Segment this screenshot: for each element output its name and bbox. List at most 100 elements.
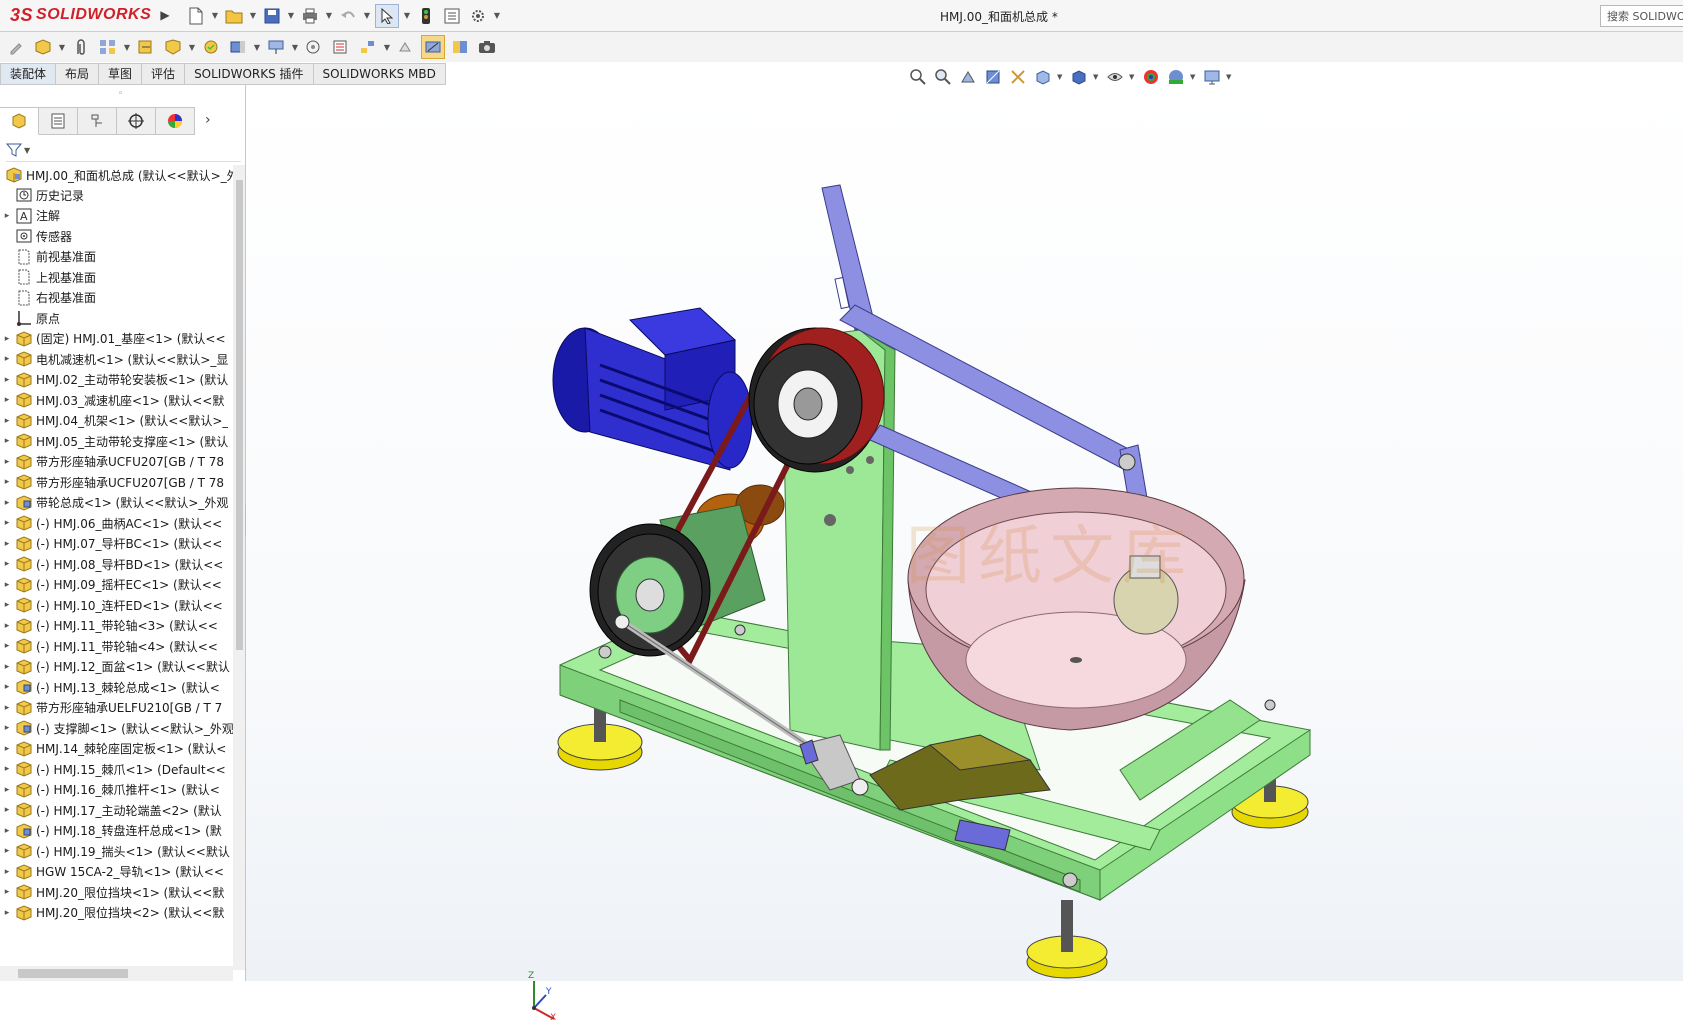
tree-item[interactable]: ▸ (-) HMJ.08_导杆BD<1> (默认<< [0, 554, 223, 574]
move-dropdown-icon[interactable]: ▼ [188, 43, 196, 52]
tree-item[interactable]: ▸ 电机减速机<1> (默认<<默认>_显 [0, 349, 228, 369]
move-component-icon[interactable] [161, 35, 185, 59]
tab-solidworks-mbd[interactable]: SOLIDWORKS MBD [313, 63, 446, 85]
panel-collapse-grip-icon[interactable]: ◦ [118, 89, 123, 99]
tree-expand-icon[interactable]: ▸ [0, 887, 14, 897]
tree-expand-icon[interactable]: ▸ [0, 354, 14, 364]
tree-item[interactable]: ▸ (-) HMJ.11_带轮轴<3> (默认<< [0, 616, 218, 636]
assembly-features-dropdown-icon[interactable]: ▼ [253, 43, 261, 52]
exploded-view-dropdown-icon[interactable]: ▼ [383, 43, 391, 52]
view-settings-dropdown-icon[interactable]: ▼ [1226, 73, 1234, 81]
tab-assembly[interactable]: 装配体 [0, 63, 57, 85]
tree-item[interactable]: 历史记录 [0, 185, 84, 205]
tree-item[interactable]: ▸ 带方形座轴承UELFU210[GB / T 7 [0, 698, 222, 718]
tree-item[interactable]: 前视基准面 [0, 247, 96, 267]
tree-item[interactable]: 上视基准面 [0, 267, 96, 287]
open-folder-icon[interactable] [223, 5, 245, 27]
save-dropdown-icon[interactable]: ▼ [287, 11, 295, 20]
tree-item[interactable]: ▸ HMJ.03_减速机座<1> (默认<<默 [0, 390, 224, 410]
tree-filter[interactable]: ▼ [6, 139, 241, 162]
undo-dropdown-icon[interactable]: ▼ [363, 11, 371, 20]
tree-expand-icon[interactable]: ▸ [0, 764, 14, 774]
undo-icon[interactable] [337, 5, 359, 27]
tree-expand-icon[interactable]: ▸ [0, 334, 14, 344]
tree-expand-icon[interactable]: ▸ [0, 908, 14, 918]
filter-dropdown-icon[interactable]: ▼ [24, 146, 30, 155]
tree-item[interactable]: ▸ 带方形座轴承UCFU207[GB / T 78 [0, 472, 224, 492]
new-document-icon[interactable] [185, 5, 207, 27]
tree-expand-icon[interactable]: ▸ [0, 211, 14, 221]
tree-item[interactable]: 传感器 [0, 226, 72, 246]
save-icon[interactable] [261, 5, 283, 27]
hide-show-dropdown-icon[interactable]: ▼ [1129, 73, 1137, 81]
tab-configuration-manager[interactable] [78, 107, 117, 135]
tree-expand-icon[interactable]: ▸ [0, 375, 14, 385]
apply-scene-dropdown-icon[interactable]: ▼ [1190, 73, 1198, 81]
reference-geometry-dropdown-icon[interactable]: ▼ [291, 43, 299, 52]
reference-geometry-icon[interactable] [264, 35, 288, 59]
tree-expand-icon[interactable]: ▸ [0, 785, 14, 795]
tree-item[interactable]: ▸ (固定) HMJ.01_基座<1> (默认<< [0, 329, 226, 349]
open-dropdown-icon[interactable]: ▼ [249, 11, 257, 20]
tree-item[interactable]: ▸ (-) HMJ.16_棘爪推杆<1> (默认< [0, 780, 220, 800]
tree-item[interactable]: 右视基准面 [0, 288, 96, 308]
file-properties-icon[interactable] [441, 5, 463, 27]
search-box[interactable]: ? 搜索 SOLIDWORKS [1600, 5, 1683, 27]
tree-expand-icon[interactable]: ▸ [0, 723, 14, 733]
tree-item[interactable]: ▸ (-) HMJ.13_棘轮总成<1> (默认< [0, 677, 220, 697]
tree-item[interactable]: ▸ (-) HMJ.07_导杆BC<1> (默认<< [0, 534, 222, 554]
tree-expand-icon[interactable]: ▸ [0, 682, 14, 692]
tree-expand-icon[interactable]: ▸ [0, 436, 14, 446]
tab-evaluate[interactable]: 评估 [142, 63, 186, 85]
new-motion-study-icon[interactable] [302, 35, 326, 59]
insert-component-dropdown-icon[interactable]: ▼ [58, 43, 66, 52]
select-dropdown-icon[interactable]: ▼ [403, 11, 411, 20]
insert-component-icon[interactable] [31, 35, 55, 59]
tree-item[interactable]: ▸ (-) HMJ.18_转盘连杆总成<1> (默 [0, 821, 222, 841]
print-dropdown-icon[interactable]: ▼ [325, 11, 333, 20]
tree-item[interactable]: ▸ (-) HMJ.10_连杆ED<1> (默认<< [0, 595, 223, 615]
tab-solidworks-addins[interactable]: SOLIDWORKS 插件 [185, 63, 314, 85]
options-gear-icon[interactable] [467, 5, 489, 27]
take-snapshot-icon[interactable] [448, 35, 472, 59]
tree-expand-icon[interactable]: ▸ [0, 580, 14, 590]
tree-expand-icon[interactable]: ▸ [0, 518, 14, 528]
tree-item[interactable]: ▸ HMJ.14_棘轮座固定板<1> (默认< [0, 739, 226, 759]
panel-tabs-more-icon[interactable]: › [205, 107, 211, 135]
tree-expand-icon[interactable]: ▸ [0, 805, 14, 815]
tree-item[interactable]: ▸ (-) HMJ.12_面盆<1> (默认<<默认 [0, 657, 230, 677]
mate-paperclip-icon[interactable] [69, 35, 93, 59]
tree-expand-icon[interactable]: ▸ [0, 395, 14, 405]
tree-item[interactable]: ▸ HMJ.05_主动带轮支撑座<1> (默认 [0, 431, 228, 451]
tree-expand-icon[interactable]: ▸ [0, 641, 14, 651]
assembly-features-icon[interactable] [226, 35, 250, 59]
options-dropdown-icon[interactable]: ▼ [493, 11, 501, 20]
tree-expand-icon[interactable]: ▸ [0, 539, 14, 549]
tree-item[interactable]: ▸ (-) HMJ.17_主动轮端盖<2> (默认 [0, 800, 222, 820]
tree-expand-icon[interactable]: ▸ [0, 744, 14, 754]
tree-expand-icon[interactable]: ▸ [0, 703, 14, 713]
tree-expand-icon[interactable]: ▸ [0, 600, 14, 610]
smart-fasteners-icon[interactable] [134, 35, 158, 59]
tree-expand-icon[interactable]: ▸ [0, 477, 14, 487]
tree-expand-icon[interactable]: ▸ [0, 559, 14, 569]
view-orientation-dropdown-icon[interactable]: ▼ [1057, 73, 1065, 81]
traffic-light-icon[interactable] [415, 5, 437, 27]
tree-item[interactable]: ▸ HGW 15CA-2_导轨<1> (默认<< [0, 862, 224, 882]
print-icon[interactable] [299, 5, 321, 27]
exploded-view-icon[interactable] [356, 35, 380, 59]
camera-icon[interactable] [475, 35, 499, 59]
instant3d-icon[interactable] [394, 35, 418, 59]
tree-item[interactable]: ▸ (-) HMJ.06_曲柄AC<1> (默认<< [0, 513, 222, 533]
menu-expand-icon[interactable]: ▶ [158, 6, 172, 24]
tree-item[interactable]: ▸ (-) HMJ.15_棘爪<1> (Default<< [0, 759, 226, 779]
tree-item[interactable]: ▸ (-) HMJ.19_揣头<1> (默认<<默认 [0, 841, 230, 861]
display-style-dropdown-icon[interactable]: ▼ [1093, 73, 1101, 81]
tree-expand-icon[interactable]: ▸ [0, 621, 14, 631]
tree-item[interactable]: ▸ (-) 支撑脚<1> (默认<<默认>_外观 [0, 718, 234, 738]
tree-root-assembly[interactable]: HMJ.00_和面机总成 (默认<<默认>_外 [4, 165, 235, 185]
tree-item[interactable]: ▸ HMJ.20_限位挡块<2> (默认<<默 [0, 903, 224, 923]
tab-display-manager[interactable] [156, 107, 195, 135]
solidworks-logo[interactable]: 3S SOLIDWORKS [10, 3, 151, 27]
tree-expand-icon[interactable]: ▸ [0, 826, 14, 836]
